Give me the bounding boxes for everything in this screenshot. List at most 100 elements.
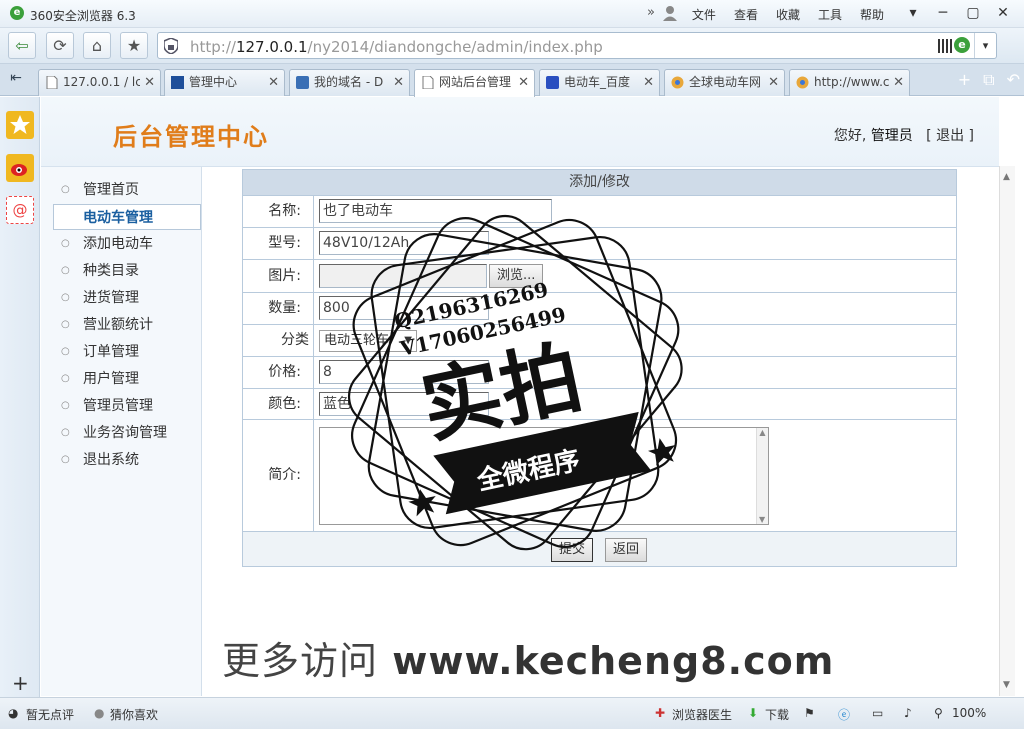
speaker-icon[interactable]: ♪ [904,706,912,720]
home-button[interactable]: ⌂ [83,32,111,59]
sidebar-item-purchasing[interactable]: 进货管理 [53,285,201,311]
maximize-button[interactable]: ▢ [960,3,986,23]
tab-admin-site[interactable]: 网站后台管理 ✕ [414,69,535,97]
url-text[interactable]: http://127.0.0.1/ny2014/diandongche/admi… [190,38,603,56]
sidebar-item-logout[interactable]: 退出系统 [53,447,201,473]
qr-code-icon[interactable] [938,39,952,53]
skin-button[interactable]: ▾ [900,3,926,23]
favorite-button[interactable]: ★ [120,32,148,59]
tab-http-www[interactable]: http://www.c ✕ [789,69,910,96]
page-scrollbar[interactable]: ▲ ▼ [999,166,1015,696]
username: 管理员 [870,128,913,144]
category-label: 分类 [243,325,314,356]
chevron-down-icon[interactable]: ▾ [974,33,996,58]
sidebar-item-home[interactable]: 管理首页 [53,177,201,203]
download-icon: ⬇ [748,706,759,720]
intro-label: 简介: [243,420,314,531]
ie-icon[interactable]: ⓔ [838,706,850,723]
quantity-label: 数量: [243,293,314,324]
sidebar-item-consulting[interactable]: 业务咨询管理 [53,420,201,446]
tab-localhost[interactable]: 127.0.0.1 / lc ✕ [38,69,161,96]
flag-icon[interactable]: ⚑ [804,706,815,720]
site-watermark: 更多访问 www.kecheng8.com [222,639,835,683]
browser-doctor[interactable]: 浏览器医生 [672,706,732,723]
model-label: 型号: [243,228,314,259]
ie-mode-icon[interactable]: e [954,37,970,53]
download-label[interactable]: 下载 [765,706,789,723]
tab-tools: + ⧉ ↶ [958,70,1020,90]
scroll-up-icon[interactable]: ▲ [1003,172,1010,182]
close-window-button[interactable]: ✕ [990,3,1016,23]
shield-icon [164,38,178,54]
sidebar-item-admins[interactable]: 管理员管理 [53,393,201,419]
zoom-icon[interactable]: ⚲ [934,706,943,720]
tab-admin-center[interactable]: 管理中心 ✕ [164,69,285,96]
menu-favorites[interactable]: 收藏 [776,6,800,23]
refresh-button[interactable]: ⟳ [46,32,74,59]
tab-baidu[interactable]: 电动车_百度 ✕ [539,69,660,96]
add-sidebar-icon[interactable]: + [12,671,29,695]
page-title: 后台管理中心 [113,123,269,151]
svg-text:@: @ [13,201,28,219]
refresh-icon: ⟳ [53,36,67,55]
navigation-bar: ⇦ ⟳ ⌂ ★ http://127.0.0.1/ny2014/diandong… [0,28,1024,64]
close-tab-icon[interactable]: ✕ [144,70,155,95]
user-greeting: 您好, 管理员 [ 退出 ] [834,125,974,145]
close-tab-icon[interactable]: ✕ [893,70,904,95]
minimize-button[interactable]: ─ [930,3,956,23]
price-label: 价格: [243,357,314,388]
sidebar-item-add-ebike[interactable]: 添加电动车 [53,231,201,257]
zoom-level[interactable]: 100% [952,706,986,720]
close-tab-icon[interactable]: ✕ [518,70,529,95]
domain-icon [296,76,309,89]
window-icon[interactable]: ▭ [872,706,883,720]
close-tab-icon[interactable]: ✕ [768,70,779,95]
tab-my-domain[interactable]: 我的域名 - D ✕ [289,69,410,96]
menu-file[interactable]: 文件 [692,6,716,23]
user-icon[interactable] [663,5,677,21]
weibo-icon[interactable] [6,154,34,182]
undo-close-icon[interactable]: ↶ [1007,70,1020,90]
status-bar: ◕ 暂无点评 ● 猜你喜欢 ✚ 浏览器医生 ⬇ 下载 ⚑ ⓔ ▭ ♪ ⚲ 100… [0,697,1024,729]
close-tab-icon[interactable]: ✕ [268,70,279,95]
logout-link[interactable]: [ 退出 ] [926,128,974,144]
admin-header: 后台管理中心 您好, 管理员 [ 退出 ] [41,97,999,167]
window-title: 360安全浏览器 6.3 [30,9,136,23]
textarea-scrollbar[interactable]: ▲ ▼ [756,428,768,524]
new-tab-icon[interactable]: + [958,70,971,90]
close-tab-icon[interactable]: ✕ [393,70,404,95]
tab-bar: ⇤ 127.0.0.1 / lc ✕ 管理中心 ✕ 我的域名 - D ✕ 网站后… [0,64,1024,97]
scroll-down-icon[interactable]: ▼ [1003,680,1010,690]
browser-logo-icon: e [10,6,24,20]
doctor-icon: ✚ [655,706,666,720]
image-label: 图片: [243,260,314,292]
dot-icon: ● [94,706,105,720]
menu-view[interactable]: 查看 [734,6,758,23]
restore-tabs-icon[interactable]: ⧉ [983,70,994,90]
color-label: 颜色: [243,389,314,419]
back-button[interactable]: ⇦ [8,32,36,59]
status-rating[interactable]: 暂无点评 [26,706,74,723]
admin-sidebar: 管理首页 电动车管理 添加电动车 种类目录 进货管理 营业额统计 订单管理 用户… [41,167,202,696]
sidebar-item-orders[interactable]: 订单管理 [53,339,201,365]
menu-expand-icon[interactable]: » [647,5,655,20]
window-titlebar: e 360安全浏览器 6.3 » 文件 查看 收藏 工具 帮助 ▾ ─ ▢ ✕ [0,0,1024,28]
sidebar-item-categories[interactable]: 种类目录 [53,258,201,284]
star-icon: ★ [126,36,142,55]
greeting-text: 您好, [833,128,867,144]
chrome-icon [796,76,809,89]
menu-tools[interactable]: 工具 [818,6,842,23]
sidebar-item-users[interactable]: 用户管理 [53,366,201,392]
rating-icon: ◕ [8,706,19,720]
email-icon[interactable]: @ [6,196,34,224]
tab-global-ebike[interactable]: 全球电动车网 ✕ [664,69,785,96]
address-bar[interactable]: http://127.0.0.1/ny2014/diandongche/admi… [157,32,997,59]
sidebar-toggle-icon[interactable]: ⇤ [4,70,28,90]
menu-help[interactable]: 帮助 [860,6,884,23]
status-recommend[interactable]: 猜你喜欢 [110,706,158,723]
sidebar-item-revenue-stats[interactable]: 营业额统计 [53,312,201,338]
favorites-star-icon[interactable] [6,111,34,139]
sidebar-item-ebike-management[interactable]: 电动车管理 [53,204,201,230]
back-arrow-icon: ⇦ [15,36,29,55]
close-tab-icon[interactable]: ✕ [643,70,654,95]
